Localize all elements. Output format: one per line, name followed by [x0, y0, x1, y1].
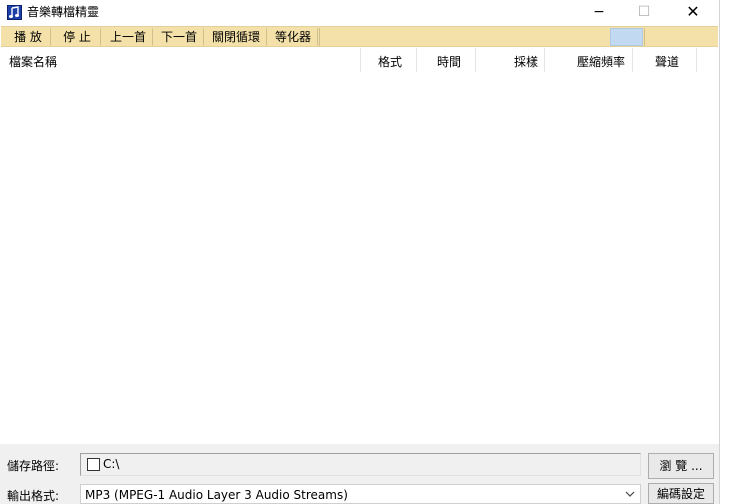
close-button[interactable]: ✕ [670, 0, 716, 26]
save-path-field[interactable]: C:\ [80, 453, 641, 476]
output-format-select[interactable]: MP3 (MPEG-1 Audio Layer 3 Audio Streams) [80, 484, 641, 504]
title-bar: 音樂轉檔精靈 − ☐ ✕ [0, 0, 720, 26]
window-edge [719, 0, 729, 504]
window-title: 音樂轉檔精靈 [27, 5, 100, 19]
stop-button[interactable]: 停 止 [53, 28, 101, 46]
output-format-value: MP3 (MPEG-1 Audio Layer 3 Audio Streams) [85, 488, 348, 502]
save-path-value: C:\ [103, 457, 120, 471]
output-settings-panel: 儲存路徑: C:\ 瀏 覽 ... 輸出格式: MP3 (MPEG-1 Audi… [0, 444, 719, 504]
previous-track-button[interactable]: 上一首 [103, 28, 153, 46]
column-header-bitrate[interactable]: 壓縮頻率 [545, 48, 633, 72]
toolbar: 播 放 停 止 上一首 下一首 關閉循環 等化器 [1, 26, 718, 47]
save-path-label: 儲存路徑: [7, 459, 60, 473]
minimize-button[interactable]: − [576, 0, 622, 26]
column-header-format[interactable]: 格式 [361, 48, 417, 72]
column-header-sample-rate[interactable]: 採樣 [476, 48, 545, 72]
file-list[interactable]: 檔案名稱 格式 時間 採樣 壓縮頻率 聲道 [1, 48, 718, 444]
browse-button[interactable]: 瀏 覽 ... [648, 453, 714, 479]
play-button[interactable]: 播 放 [5, 28, 51, 46]
encoding-settings-button[interactable]: 編碼設定 [648, 483, 714, 504]
toolbar-divider [319, 28, 320, 46]
column-header-filename[interactable]: 檔案名稱 [1, 48, 361, 72]
volume-indicator[interactable] [610, 28, 643, 46]
list-body[interactable] [1, 72, 718, 444]
list-header: 檔案名稱 格式 時間 採樣 壓縮頻率 聲道 [1, 48, 718, 72]
checkbox-icon[interactable] [87, 458, 100, 471]
equalizer-button[interactable]: 等化器 [268, 28, 318, 46]
output-format-label: 輸出格式: [7, 489, 60, 503]
maximize-button[interactable]: ☐ [621, 0, 667, 26]
column-header-time[interactable]: 時間 [417, 48, 476, 72]
loop-toggle-button[interactable]: 關閉循環 [205, 28, 267, 46]
column-header-channels[interactable]: 聲道 [633, 48, 697, 72]
chevron-down-icon[interactable] [624, 488, 636, 500]
next-track-button[interactable]: 下一首 [154, 28, 204, 46]
music-note-icon [7, 5, 22, 20]
toolbar-divider-2 [644, 28, 645, 46]
